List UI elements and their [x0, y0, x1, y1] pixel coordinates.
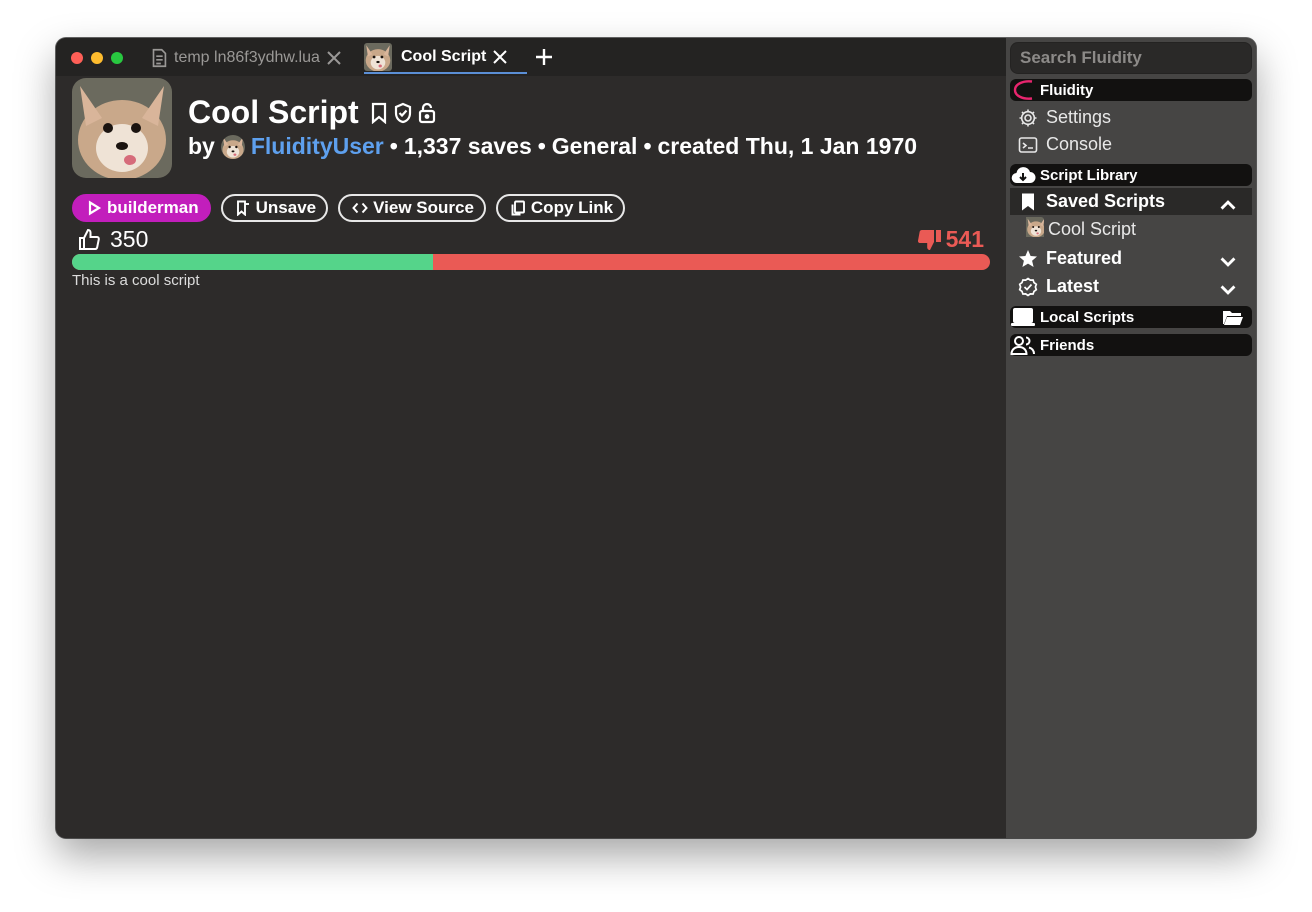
badge-check-icon: [1018, 276, 1038, 297]
author-avatar: [220, 134, 245, 159]
sidebar-header-fluidity[interactable]: Fluidity: [1010, 79, 1252, 101]
execute-button[interactable]: builderman: [72, 194, 211, 222]
sidebar-item-label: Saved Scripts: [1046, 191, 1166, 211]
tab-temp-file[interactable]: temp ln86f3ydhw.lua: [144, 42, 354, 74]
bookmark-icon: [1022, 193, 1034, 210]
view-source-label: View Source: [373, 198, 474, 217]
sidebar-item-label: Settings: [1046, 107, 1112, 127]
sidebar-item-label: Latest: [1046, 276, 1100, 296]
close-window-button[interactable]: [71, 52, 83, 64]
fox-thumbnail: [1018, 216, 1044, 243]
document-icon: [152, 48, 167, 68]
copy-link-label: Copy Link: [530, 198, 614, 217]
sidebar-item-console[interactable]: Console: [1010, 131, 1252, 158]
thumbs-down-icon: [917, 229, 941, 250]
tab-bar: temp ln86f3ydhw.lua Cool Script: [56, 38, 1006, 76]
script-title: Cool Script: [188, 94, 437, 131]
sidebar-item-settings[interactable]: Settings: [1010, 104, 1252, 131]
fluidity-logo-icon: [1013, 80, 1033, 100]
search-input[interactable]: Search Fluidity: [1010, 42, 1252, 74]
script-meta: by FluidityUser • 1,337 saves • General …: [188, 133, 917, 160]
sidebar-item-label: Cool Script: [1048, 219, 1137, 239]
unlocked-icon: [418, 102, 435, 123]
sidebar: Search Fluidity Fluidity Settings Consol…: [1006, 38, 1256, 838]
save-count: 1,337 saves: [403, 133, 532, 159]
sidebar-item-label: Console: [1046, 134, 1113, 154]
meta-separator: •: [643, 133, 652, 159]
tab-cool-script[interactable]: Cool Script: [364, 42, 527, 74]
fox-thumbnail: [364, 43, 392, 71]
shield-check-icon: [394, 102, 411, 123]
copy-link-button[interactable]: Copy Link: [495, 194, 626, 222]
unsave-button[interactable]: Unsave: [220, 194, 329, 222]
view-source-button[interactable]: View Source: [338, 194, 486, 222]
execute-label: builderman: [107, 198, 199, 217]
sidebar-header-script-library[interactable]: Script Library: [1010, 164, 1252, 186]
zoom-window-button[interactable]: [111, 52, 123, 64]
close-tab-icon[interactable]: [492, 49, 508, 65]
script-title-text: Cool Script: [188, 94, 359, 130]
thumbs-up-icon: [79, 228, 100, 250]
sidebar-header-label: Friends: [1040, 336, 1095, 354]
sidebar-header-label: Fluidity: [1040, 81, 1094, 99]
dislike-button[interactable]: 541: [916, 226, 984, 253]
sidebar-item-label: Featured: [1046, 248, 1123, 268]
dislike-count: 541: [945, 226, 984, 252]
rating-ratio-bar: [72, 254, 990, 270]
meta-separator: •: [537, 133, 546, 159]
laptop-icon: [1011, 308, 1035, 326]
minimize-window-button[interactable]: [91, 52, 103, 64]
like-count: 350: [110, 226, 149, 252]
new-tab-plus-icon[interactable]: [534, 47, 554, 67]
folder-open-icon[interactable]: [1220, 306, 1246, 328]
unsave-label: Unsave: [255, 198, 317, 217]
bookmark-icon: [371, 102, 386, 124]
chevron-up-icon[interactable]: [1218, 195, 1238, 215]
script-category: General: [551, 133, 638, 159]
like-button[interactable]: 350: [78, 226, 148, 253]
users-icon: [1010, 336, 1035, 355]
sidebar-header-local-scripts[interactable]: Local Scripts: [1010, 306, 1252, 328]
bookmark-minus-icon: [236, 200, 249, 216]
like-ratio-fill: [72, 254, 433, 270]
star-icon: [1019, 249, 1037, 267]
app-window: temp ln86f3ydhw.lua Cool Script Cool Scr…: [56, 38, 1256, 838]
sidebar-item-saved-scripts[interactable]: Saved Scripts: [1010, 188, 1252, 215]
tab-label: temp ln86f3ydhw.lua: [174, 49, 320, 66]
author-link[interactable]: FluidityUser: [251, 133, 384, 160]
sidebar-item-featured[interactable]: Featured: [1010, 245, 1252, 272]
script-description: This is a cool script: [72, 272, 200, 289]
sidebar-header-friends[interactable]: Friends: [1010, 334, 1252, 356]
chevron-down-icon[interactable]: [1218, 252, 1238, 272]
action-buttons: builderman Unsave View Source Copy Link: [72, 194, 626, 224]
cloud-download-icon: [1011, 167, 1036, 184]
main-pane: temp ln86f3ydhw.lua Cool Script Cool Scr…: [56, 38, 1006, 838]
sidebar-item-cool-script[interactable]: Cool Script: [1010, 216, 1252, 243]
gear-icon: [1019, 109, 1037, 126]
copy-icon: [511, 200, 525, 216]
play-icon: [88, 200, 102, 216]
sidebar-item-latest[interactable]: Latest: [1010, 273, 1252, 300]
terminal-icon: [1018, 136, 1038, 153]
sidebar-header-label: Script Library: [1040, 166, 1138, 184]
chevron-down-icon[interactable]: [1218, 280, 1238, 300]
by-label: by: [188, 133, 215, 159]
title-icons: [369, 102, 437, 124]
created-date: created Thu, 1 Jan 1970: [657, 133, 918, 159]
meta-separator: •: [389, 133, 398, 159]
tab-label: Cool Script: [401, 48, 487, 65]
script-thumbnail: [72, 78, 172, 178]
sidebar-header-label: Local Scripts: [1040, 308, 1135, 326]
close-tab-icon[interactable]: [326, 50, 342, 66]
code-icon: [352, 202, 368, 214]
